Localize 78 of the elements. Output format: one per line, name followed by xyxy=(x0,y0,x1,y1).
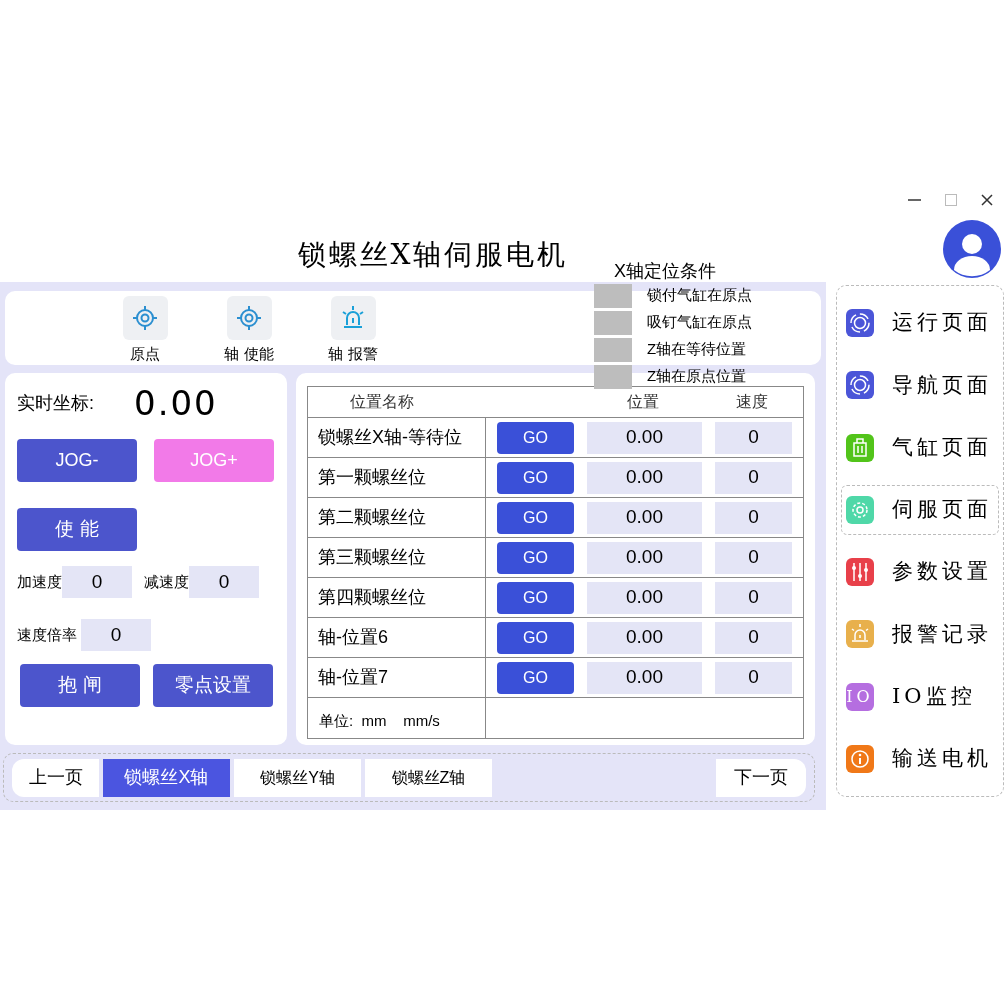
rings-icon xyxy=(846,371,874,400)
column-header: 位置名称 xyxy=(349,391,415,413)
input-field[interactable]: 0 xyxy=(81,619,151,651)
nav-item[interactable]: 参数设置 xyxy=(841,547,999,598)
next-page-button[interactable]: 下一页 xyxy=(716,758,806,797)
table-cell: 第二颗螺丝位 xyxy=(308,498,486,537)
position-field[interactable]: 0.00 xyxy=(587,661,702,694)
previous-page-button[interactable]: 上一页 xyxy=(12,758,99,797)
go-button[interactable]: GO xyxy=(497,581,574,614)
axis-tab[interactable]: 锁螺丝X轴 xyxy=(103,758,230,797)
table-cell: 第四颗螺丝位 xyxy=(308,578,486,617)
close-icon[interactable] xyxy=(981,194,993,206)
speed-field[interactable]: 0 xyxy=(715,501,792,534)
input-field[interactable]: 0 xyxy=(189,566,259,598)
table-cell: 轴-位置6 xyxy=(308,618,486,657)
toolbar-button[interactable]: 原点 xyxy=(113,296,177,365)
units-note: 单位: mm mm/s xyxy=(308,698,486,738)
coordinate-label: 实时坐标: xyxy=(17,391,94,415)
column-header: 速度 xyxy=(734,391,769,413)
condition-label: 吸钉气缸在原点 xyxy=(647,312,752,333)
input-field[interactable]: 0 xyxy=(62,566,132,598)
nav-item[interactable]: 伺服页面 xyxy=(841,484,999,535)
table-cell: 锁螺丝X轴-等待位 xyxy=(308,418,486,457)
speed-field[interactable]: 0 xyxy=(715,421,792,454)
jog-button[interactable]: JOG- xyxy=(17,439,137,482)
coordinate-value: 0.00 xyxy=(134,381,218,425)
go-button[interactable]: GO xyxy=(497,541,574,574)
condition-label: Z轴在原点位置 xyxy=(647,366,747,387)
nav-item[interactable]: 导航页面 xyxy=(841,360,999,411)
cylinder-icon xyxy=(846,433,874,462)
target-icon xyxy=(235,303,263,332)
target-icon xyxy=(131,303,159,332)
go-button[interactable]: GO xyxy=(497,621,574,654)
go-button[interactable]: GO xyxy=(497,421,574,454)
position-field[interactable]: 0.00 xyxy=(587,461,702,494)
enable-button[interactable]: 使 能 xyxy=(17,508,137,551)
axis-tab[interactable]: 锁螺丝Z轴 xyxy=(365,758,492,797)
table-cell: 第一颗螺丝位 xyxy=(308,458,486,497)
nav-item[interactable]: IO IO监控 xyxy=(841,671,999,722)
conditions-title: X轴定位条件 xyxy=(614,260,717,282)
avatar-icon[interactable] xyxy=(943,220,1001,278)
nav-item[interactable]: 报警记录 xyxy=(841,609,999,660)
go-button[interactable]: GO xyxy=(497,501,574,534)
field-label: 速度倍率 xyxy=(17,624,77,645)
position-field[interactable]: 0.00 xyxy=(587,541,702,574)
window-title: 锁螺丝X轴伺服电机 xyxy=(297,237,569,273)
speed-field[interactable]: 0 xyxy=(715,541,792,574)
table-cell: 轴-位置7 xyxy=(308,658,486,697)
gear-icon xyxy=(846,495,874,524)
speed-field[interactable]: 0 xyxy=(715,461,792,494)
table-cell: 第三颗螺丝位 xyxy=(308,538,486,577)
toolbar-button[interactable]: 轴 报警 xyxy=(321,296,385,365)
rings-icon xyxy=(846,309,874,338)
position-field[interactable]: 0.00 xyxy=(587,581,702,614)
toolbar-button[interactable]: 轴 使能 xyxy=(217,296,281,365)
io-icon: IO xyxy=(846,682,874,711)
nav-item[interactable]: 输送电机 xyxy=(841,733,999,784)
speed-field[interactable]: 0 xyxy=(715,661,792,694)
action-button[interactable]: 抱 闸 xyxy=(20,664,140,707)
column-header: 位置 xyxy=(626,391,661,413)
action-button[interactable]: 零点设置 xyxy=(153,664,273,707)
position-field[interactable]: 0.00 xyxy=(587,421,702,454)
position-field[interactable]: 0.00 xyxy=(587,501,702,534)
condition-label: 锁付气缸在原点 xyxy=(647,285,752,306)
alarm-light-icon xyxy=(846,620,874,649)
axis-tab[interactable]: 锁螺丝Y轴 xyxy=(234,758,361,797)
nav-item[interactable]: 气缸页面 xyxy=(841,422,999,473)
speed-field[interactable]: 0 xyxy=(715,581,792,614)
position-field[interactable]: 0.00 xyxy=(587,621,702,654)
info-icon xyxy=(846,744,874,773)
sliders-icon xyxy=(846,558,874,587)
field-label: 减速度 xyxy=(144,571,189,592)
go-button[interactable]: GO xyxy=(497,461,574,494)
nav-item[interactable]: 运行页面 xyxy=(841,298,999,349)
speed-field[interactable]: 0 xyxy=(715,621,792,654)
go-button[interactable]: GO xyxy=(497,661,574,694)
condition-label: Z轴在等待位置 xyxy=(647,339,747,360)
field-label: 加速度 xyxy=(17,571,62,592)
